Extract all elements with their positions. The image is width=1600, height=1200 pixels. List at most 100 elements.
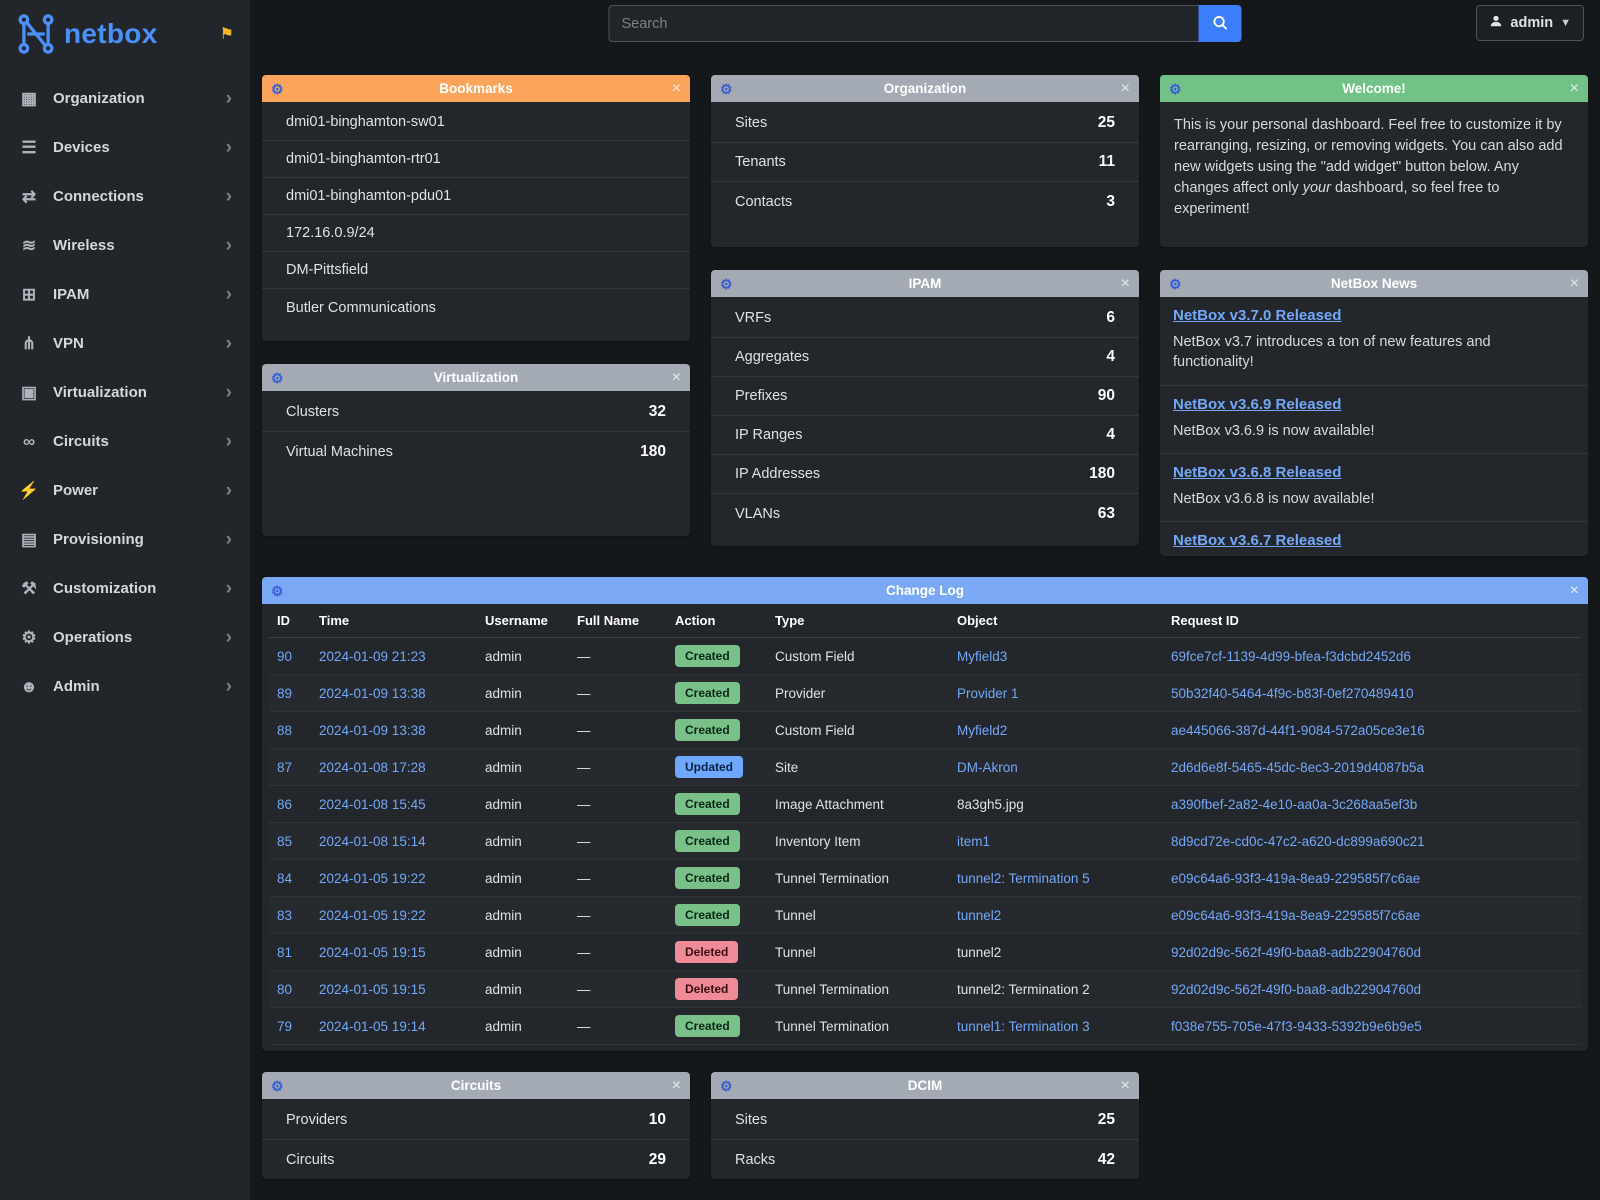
changelog-object-link[interactable]: tunnel1: Termination 3 <box>957 1019 1090 1034</box>
changelog-object-link[interactable]: item1 <box>957 834 990 849</box>
stat-row-virtual-machines[interactable]: Virtual Machines180 <box>262 432 690 471</box>
changelog-time-link[interactable]: 2024-01-05 19:22 <box>319 908 426 923</box>
sidebar-item-provisioning[interactable]: ▤Provisioning› <box>0 515 250 564</box>
stat-row-vrfs[interactable]: VRFs6 <box>711 299 1139 338</box>
close-icon[interactable]: × <box>672 1078 681 1094</box>
stat-row-providers[interactable]: Providers10 <box>262 1101 690 1140</box>
changelog-id-link[interactable]: 80 <box>277 982 292 997</box>
bookmark-item[interactable]: Butler Communications <box>262 289 690 326</box>
gear-icon[interactable]: ⚙ <box>1169 277 1182 291</box>
changelog-id-link[interactable]: 88 <box>277 723 292 738</box>
changelog-id-link[interactable]: 90 <box>277 649 292 664</box>
changelog-id-link[interactable]: 89 <box>277 686 292 701</box>
stat-row-contacts[interactable]: Contacts3 <box>711 182 1139 221</box>
close-icon[interactable]: × <box>672 370 681 386</box>
sidebar-item-customization[interactable]: ⚒Customization› <box>0 564 250 613</box>
changelog-object-link[interactable]: tunnel2 <box>957 908 1001 923</box>
sidebar-item-admin[interactable]: ☻Admin› <box>0 662 250 711</box>
close-icon[interactable]: × <box>1570 81 1579 97</box>
changelog-request-link[interactable]: 50b32f40-5464-4f9c-b83f-0ef270489410 <box>1171 686 1413 701</box>
changelog-request-link[interactable]: 8d9cd72e-cd0c-47c2-a620-dc899a690c21 <box>1171 834 1425 849</box>
changelog-request-link[interactable]: e09c64a6-93f3-419a-8ea9-229585f7c6ae <box>1171 871 1420 886</box>
changelog-id-link[interactable]: 87 <box>277 760 292 775</box>
bookmark-item[interactable]: dmi01-binghamton-rtr01 <box>262 141 690 178</box>
sidebar-item-devices[interactable]: ☰Devices› <box>0 123 250 172</box>
stat-row-racks[interactable]: Racks42 <box>711 1140 1139 1179</box>
changelog-request-link[interactable]: 2d6d6e8f-5465-45dc-8ec3-2019d4087b5a <box>1171 760 1424 775</box>
stat-row-ip-ranges[interactable]: IP Ranges4 <box>711 416 1139 455</box>
changelog-object-link[interactable]: Provider 1 <box>957 686 1019 701</box>
gear-icon[interactable]: ⚙ <box>720 277 733 291</box>
changelog-time-link[interactable]: 2024-01-09 13:38 <box>319 686 426 701</box>
changelog-time-link[interactable]: 2024-01-05 19:15 <box>319 982 426 997</box>
changelog-time-link[interactable]: 2024-01-08 15:14 <box>319 834 426 849</box>
stat-row-sites[interactable]: Sites25 <box>711 104 1139 143</box>
changelog-time-link[interactable]: 2024-01-05 19:22 <box>319 871 426 886</box>
changelog-id-link[interactable]: 86 <box>277 797 292 812</box>
sidebar-item-wireless[interactable]: ≋Wireless› <box>0 221 250 270</box>
gear-icon[interactable]: ⚙ <box>271 82 284 96</box>
close-icon[interactable]: × <box>1121 1078 1130 1094</box>
changelog-object-link[interactable]: DM-Akron <box>957 760 1018 775</box>
changelog-time-link[interactable]: 2024-01-08 15:45 <box>319 797 426 812</box>
stat-row-prefixes[interactable]: Prefixes90 <box>711 377 1139 416</box>
sidebar-item-connections[interactable]: ⇄Connections› <box>0 172 250 221</box>
close-icon[interactable]: × <box>1570 583 1579 599</box>
stat-row-vlans[interactable]: VLANs63 <box>711 494 1139 533</box>
close-icon[interactable]: × <box>1121 276 1130 292</box>
sidebar-item-virtualization[interactable]: ▣Virtualization› <box>0 368 250 417</box>
sidebar-item-vpn[interactable]: ⋔VPN› <box>0 319 250 368</box>
sidebar-item-circuits[interactable]: ∞Circuits› <box>0 417 250 466</box>
changelog-id-link[interactable]: 79 <box>277 1019 292 1034</box>
changelog-request-link[interactable]: 92d02d9c-562f-49f0-baa8-adb22904760d <box>1171 982 1421 997</box>
changelog-id-link[interactable]: 84 <box>277 871 292 886</box>
logo[interactable]: netbox ⚑ <box>0 0 250 74</box>
changelog-request-link[interactable]: 92d02d9c-562f-49f0-baa8-adb22904760d <box>1171 945 1421 960</box>
changelog-time-link[interactable]: 2024-01-09 13:38 <box>319 723 426 738</box>
changelog-time-link[interactable]: 2024-01-05 19:14 <box>319 1019 426 1034</box>
search-button[interactable] <box>1199 5 1242 42</box>
gear-icon[interactable]: ⚙ <box>720 1079 733 1093</box>
bookmark-item[interactable]: 172.16.0.9/24 <box>262 215 690 252</box>
changelog-id-link[interactable]: 83 <box>277 908 292 923</box>
gear-icon[interactable]: ⚙ <box>1169 82 1182 96</box>
bookmark-item[interactable]: dmi01-binghamton-sw01 <box>262 104 690 141</box>
sidebar-item-power[interactable]: ⚡Power› <box>0 466 250 515</box>
gear-icon[interactable]: ⚙ <box>271 1079 284 1093</box>
news-link[interactable]: NetBox v3.6.7 Released <box>1173 532 1341 549</box>
stat-row-tenants[interactable]: Tenants11 <box>711 143 1139 182</box>
changelog-object-link[interactable]: tunnel2: Termination 5 <box>957 871 1090 886</box>
news-link[interactable]: NetBox v3.6.8 Released <box>1173 464 1341 481</box>
stat-row-aggregates[interactable]: Aggregates4 <box>711 338 1139 377</box>
changelog-time-link[interactable]: 2024-01-09 21:23 <box>319 649 426 664</box>
changelog-object-link[interactable]: Myfield2 <box>957 723 1007 738</box>
changelog-request-link[interactable]: a390fbef-2a82-4e10-aa0a-3c268aa5ef3b <box>1171 797 1417 812</box>
changelog-request-link[interactable]: e09c64a6-93f3-419a-8ea9-229585f7c6ae <box>1171 908 1420 923</box>
close-icon[interactable]: × <box>1570 276 1579 292</box>
changelog-request-link[interactable]: ae445066-387d-44f1-9084-572a05ce3e16 <box>1171 723 1425 738</box>
stat-row-circuits[interactable]: Circuits29 <box>262 1140 690 1179</box>
changelog-id-link[interactable]: 85 <box>277 834 292 849</box>
search-input[interactable] <box>609 5 1199 42</box>
stat-row-ip-addresses[interactable]: IP Addresses180 <box>711 455 1139 494</box>
gear-icon[interactable]: ⚙ <box>720 82 733 96</box>
stat-row-sites[interactable]: Sites25 <box>711 1101 1139 1140</box>
sidebar-item-ipam[interactable]: ⊞IPAM› <box>0 270 250 319</box>
news-link[interactable]: NetBox v3.6.9 Released <box>1173 396 1341 413</box>
user-menu[interactable]: admin ▼ <box>1476 5 1584 41</box>
close-icon[interactable]: × <box>1121 81 1130 97</box>
stat-row-clusters[interactable]: Clusters32 <box>262 393 690 432</box>
bookmark-item[interactable]: DM-Pittsfield <box>262 252 690 289</box>
sidebar-item-operations[interactable]: ⚙Operations› <box>0 613 250 662</box>
changelog-id-link[interactable]: 81 <box>277 945 292 960</box>
gear-icon[interactable]: ⚙ <box>271 584 284 598</box>
changelog-request-link[interactable]: 69fce7cf-1139-4d99-bfea-f3dcbd2452d6 <box>1171 649 1411 664</box>
close-icon[interactable]: × <box>672 81 681 97</box>
changelog-object-link[interactable]: Myfield3 <box>957 649 1007 664</box>
bookmark-item[interactable]: dmi01-binghamton-pdu01 <box>262 178 690 215</box>
changelog-request-link[interactable]: f038e755-705e-47f3-9433-5392b9e6b9e5 <box>1171 1019 1422 1034</box>
changelog-time-link[interactable]: 2024-01-08 17:28 <box>319 760 426 775</box>
sidebar-item-organization[interactable]: ▦Organization› <box>0 74 250 123</box>
gear-icon[interactable]: ⚙ <box>271 371 284 385</box>
news-link[interactable]: NetBox v3.7.0 Released <box>1173 307 1341 324</box>
